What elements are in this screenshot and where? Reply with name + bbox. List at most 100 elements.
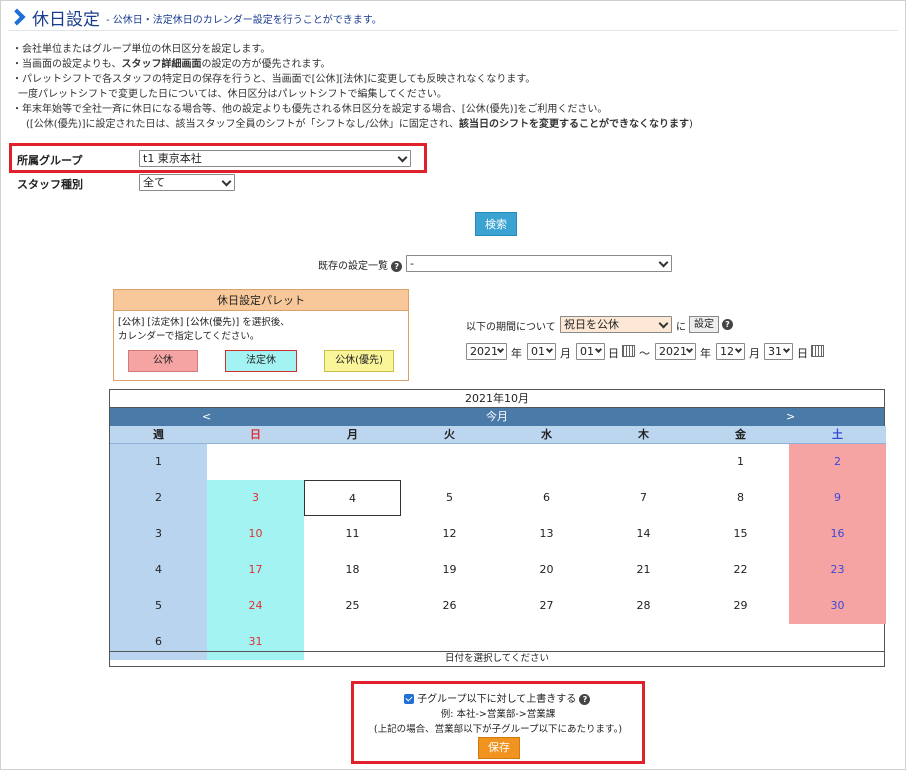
chevron-down-icon	[221, 176, 232, 187]
calendar-day-cell[interactable]: 15	[692, 516, 789, 552]
save-highlight: 子グループ以下に対して上書きする ? 例: 本社->営業部->営業課 (上記の場…	[351, 681, 645, 764]
calendar-day-cell[interactable]: 29	[692, 588, 789, 624]
end-day-select[interactable]: 31	[764, 343, 793, 360]
day-unit: 日	[797, 347, 808, 360]
range-tilde: ～	[639, 347, 650, 360]
start-day-select[interactable]: 01	[576, 343, 605, 360]
note-line: ・パレットシフトで各スタッフの特定日の保存を行うと、当画面で[公休][法休]に変…	[12, 74, 536, 85]
calendar-day-cell[interactable]: 11	[304, 516, 401, 552]
week-number-cell: 1	[110, 444, 207, 480]
page-title: 休日設定	[32, 9, 100, 30]
set-button[interactable]: 設定	[689, 316, 719, 333]
next-month-button[interactable]: >	[786, 408, 795, 426]
calendar-day-cell[interactable]: 19	[401, 552, 498, 588]
period-ni-text: に	[676, 322, 686, 333]
calendar-header-cell: 日	[207, 426, 304, 444]
calendar-empty-cell	[498, 444, 595, 480]
calendar-day-cell[interactable]: 27	[498, 588, 595, 624]
calendar-day-cell[interactable]: 28	[595, 588, 692, 624]
calendar-day-cell[interactable]: 10	[207, 516, 304, 552]
calendar-footer: 日付を選択してください	[110, 651, 884, 666]
month-unit: 月	[749, 347, 760, 360]
search-button[interactable]: 検索	[475, 212, 517, 236]
end-year-select[interactable]: 2021	[655, 343, 696, 360]
calendar-day-cell[interactable]: 16	[789, 516, 886, 552]
help-icon[interactable]: ?	[391, 260, 403, 272]
calendar-day-cell[interactable]: 13	[498, 516, 595, 552]
calendar-icon[interactable]	[622, 345, 635, 357]
calendar-icon[interactable]	[811, 345, 824, 357]
calendar-day-cell[interactable]: 3	[207, 480, 304, 516]
calendar-day-cell[interactable]: 4	[304, 480, 401, 516]
page-subtitle: - 公休日・法定休日のカレンダー設定を行うことができます。	[106, 15, 382, 26]
calendar-day-cell[interactable]: 2	[789, 444, 886, 480]
week-number-cell: 5	[110, 588, 207, 624]
calendar-day-cell[interactable]: 22	[692, 552, 789, 588]
calendar-grid: 週日月火水木金土 1 1 2 2 3 4 5 6 7 8 9 3 10 11 12 13 14 15 16 4 17 18 1…	[110, 426, 886, 660]
chevron-down-icon	[685, 345, 694, 354]
calendar-empty-cell	[304, 444, 401, 480]
chevron-down-icon	[594, 345, 603, 354]
calendar-day-cell[interactable]: 5	[401, 480, 498, 516]
calendar-header-cell: 水	[498, 426, 595, 444]
chevron-down-icon	[397, 152, 408, 163]
end-month-select[interactable]: 12	[716, 343, 745, 360]
holiday-palette: 休日設定パレット [公休] [法定休] [公休(優先)] を選択後、 カレンダー…	[113, 289, 409, 381]
existing-settings-select[interactable]: -	[406, 255, 672, 272]
calendar-day-cell[interactable]: 9	[789, 480, 886, 516]
period-rule-value: 祝日を公休	[564, 318, 619, 331]
week-number-cell: 4	[110, 552, 207, 588]
calendar-day-cell[interactable]: 17	[207, 552, 304, 588]
calendar-day-cell[interactable]: 23	[789, 552, 886, 588]
period-rule-select[interactable]: 祝日を公休	[560, 316, 672, 333]
week-number-cell: 3	[110, 516, 207, 552]
current-month-button[interactable]: 今月	[110, 408, 884, 426]
start-year-select[interactable]: 2021	[466, 343, 507, 360]
calendar-day-cell[interactable]: 30	[789, 588, 886, 624]
palette-kokyu-button[interactable]: 公休	[128, 350, 198, 372]
palette-title: 休日設定パレット	[114, 290, 408, 311]
start-month-select[interactable]: 01	[527, 343, 556, 360]
save-button[interactable]: 保存	[478, 737, 520, 759]
help-icon[interactable]: ?	[579, 693, 591, 705]
overwrite-label: 子グループ以下に対して上書きする	[417, 694, 577, 705]
group-select[interactable]: t1 東京本社	[139, 150, 411, 167]
chevron-down-icon	[734, 345, 743, 354]
help-icon[interactable]: ?	[722, 319, 733, 330]
chevron-down-icon	[658, 257, 669, 268]
calendar-header-cell: 火	[401, 426, 498, 444]
calendar-header-cell: 土	[789, 426, 886, 444]
calendar-empty-cell	[595, 444, 692, 480]
overwrite-option: 子グループ以下に対して上書きする ?	[404, 690, 591, 705]
calendar-day-cell[interactable]: 14	[595, 516, 692, 552]
calendar-day-cell[interactable]: 12	[401, 516, 498, 552]
calendar-header-cell: 週	[110, 426, 207, 444]
calendar-day-cell[interactable]: 24	[207, 588, 304, 624]
calendar-header-cell: 金	[692, 426, 789, 444]
palette-hotei-button[interactable]: 法定休	[225, 350, 297, 372]
calendar-empty-cell	[207, 444, 304, 480]
note-line: ([公休(優先)]に設定された日は、該当スタッフ全員のシフトが「シフトなし/公休…	[26, 119, 693, 130]
staff-type-select[interactable]: 全て	[139, 174, 235, 191]
calendar-day-cell[interactable]: 26	[401, 588, 498, 624]
calendar-empty-cell	[401, 444, 498, 480]
calendar-day-cell[interactable]: 25	[304, 588, 401, 624]
group-label: 所属グループ	[17, 154, 83, 167]
calendar-day-cell[interactable]: 20	[498, 552, 595, 588]
title-bar: 休日設定 - 公休日・法定休日のカレンダー設定を行うことができます。	[10, 4, 382, 30]
calendar-day-cell[interactable]: 21	[595, 552, 692, 588]
calendar-day-cell[interactable]: 1	[692, 444, 789, 480]
calendar-day-cell[interactable]: 6	[498, 480, 595, 516]
example-note: (上記の場合、営業部以下が子グループ以下にあたります。)	[373, 724, 623, 735]
calendar-day-cell[interactable]: 8	[692, 480, 789, 516]
year-unit: 年	[700, 347, 711, 360]
instructions: ・会社単位またはグループ単位の休日区分を設定します。 ・当画面の設定よりも、スタ…	[12, 42, 693, 132]
calendar-day-cell[interactable]: 7	[595, 480, 692, 516]
overwrite-checkbox[interactable]	[404, 694, 414, 704]
calendar-day-cell[interactable]: 18	[304, 552, 401, 588]
palette-yusen-button[interactable]: 公休(優先)	[324, 350, 394, 372]
period-label: 以下の期間について	[466, 322, 556, 333]
chevron-down-icon	[496, 345, 505, 354]
day-unit: 日	[608, 347, 619, 360]
example-text: 例: 本社->営業部->営業課	[440, 709, 556, 720]
